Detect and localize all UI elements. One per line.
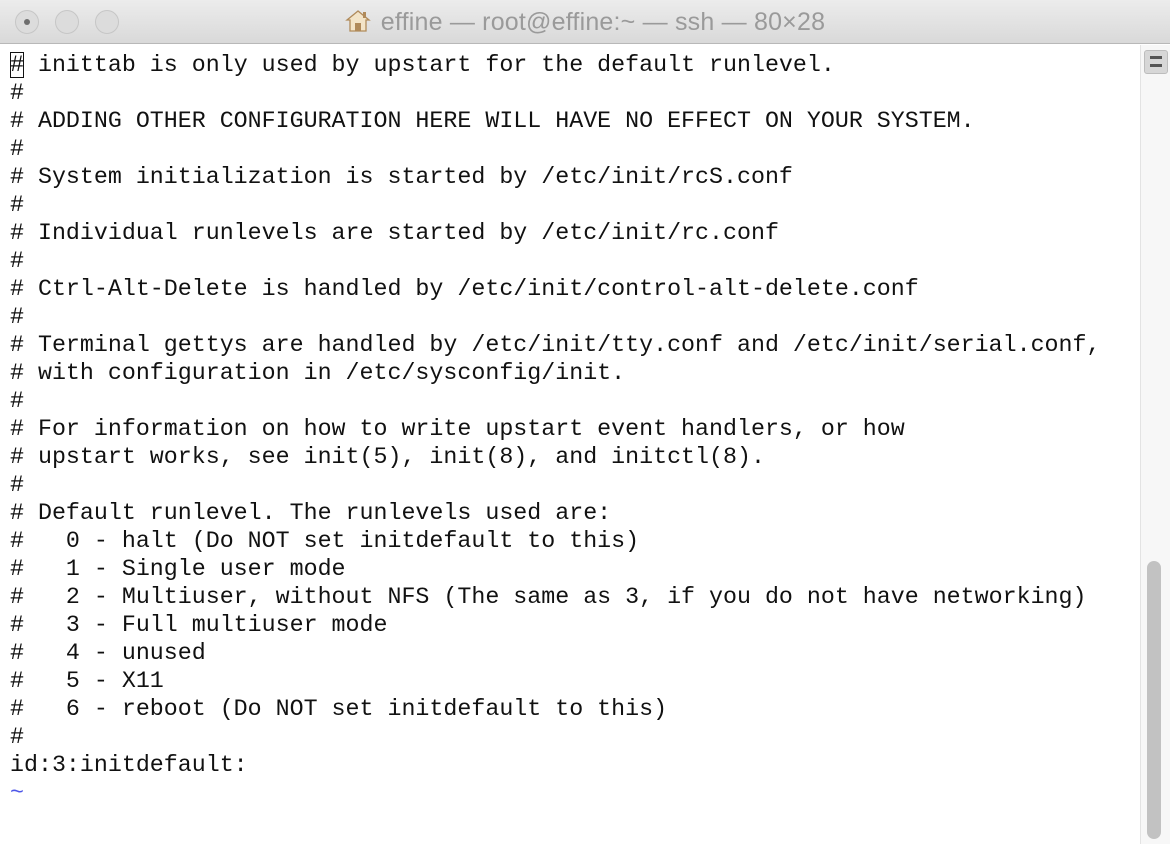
terminal-line: # For information on how to write upstar…	[10, 416, 905, 442]
close-button[interactable]	[15, 10, 39, 34]
window-title: effine — root@effine:~ — ssh — 80×28	[380, 7, 826, 36]
terminal-line: # Individual runlevels are started by /e…	[10, 220, 779, 246]
terminal-line: # inittab is only used by upstart for th…	[10, 51, 1100, 79]
terminal-line: # with configuration in /etc/sysconfig/i…	[10, 360, 626, 386]
terminal-line: # ADDING OTHER CONFIGURATION HERE WILL H…	[10, 108, 975, 134]
empty-line-marker: ~	[10, 780, 24, 806]
terminal-line: # 5 - X11	[10, 668, 164, 694]
terminal-line: # 1 - Single user mode	[10, 556, 346, 582]
title-bar[interactable]: effine — root@effine:~ — ssh — 80×28	[0, 0, 1170, 44]
text-cursor: #	[10, 52, 24, 78]
terminal-line: #	[10, 724, 24, 750]
split-pane-icon	[1150, 56, 1162, 59]
split-pane-button[interactable]	[1144, 50, 1168, 74]
scroll-area	[1140, 45, 1170, 844]
terminal-line: #	[10, 192, 24, 218]
terminal-line-text: inittab is only used by upstart for the …	[23, 52, 835, 78]
close-icon	[24, 19, 30, 25]
terminal-line: # 2 - Multiuser, without NFS (The same a…	[10, 584, 1087, 610]
terminal-line: # 0 - halt (Do NOT set initdefault to th…	[10, 528, 640, 554]
terminal-line: # 6 - reboot (Do NOT set initdefault to …	[10, 696, 668, 722]
terminal-line: #	[10, 80, 24, 106]
terminal-line: # Terminal gettys are handled by /etc/in…	[10, 332, 1101, 358]
terminal-line: #	[10, 472, 24, 498]
terminal-line: #	[10, 388, 24, 414]
terminal-line: # Default runlevel. The runlevels used a…	[10, 500, 612, 526]
terminal-line: # System initialization is started by /e…	[10, 164, 793, 190]
scrollbar-thumb[interactable]	[1147, 561, 1161, 839]
minimize-button[interactable]	[55, 10, 79, 34]
terminal-lines: # inittab is only used by upstart for th…	[10, 51, 1100, 807]
terminal-content[interactable]: # inittab is only used by upstart for th…	[0, 45, 1140, 844]
terminal-line: # 4 - unused	[10, 640, 206, 666]
terminal-line: # 3 - Full multiuser mode	[10, 612, 388, 638]
split-pane-icon-bar	[1150, 64, 1162, 67]
terminal-window: effine — root@effine:~ — ssh — 80×28 # i…	[0, 0, 1170, 844]
zoom-button[interactable]	[95, 10, 119, 34]
home-icon	[344, 10, 371, 32]
terminal-line: id:3:initdefault:	[10, 752, 248, 778]
terminal-line: #	[10, 304, 24, 330]
terminal-line: # upstart works, see init(5), init(8), a…	[10, 444, 765, 470]
terminal-line: # Ctrl-Alt-Delete is handled by /etc/ini…	[10, 276, 919, 302]
title-container: effine — root@effine:~ — ssh — 80×28	[0, 0, 1170, 44]
terminal-line: #	[10, 248, 24, 274]
terminal-line: #	[10, 136, 24, 162]
